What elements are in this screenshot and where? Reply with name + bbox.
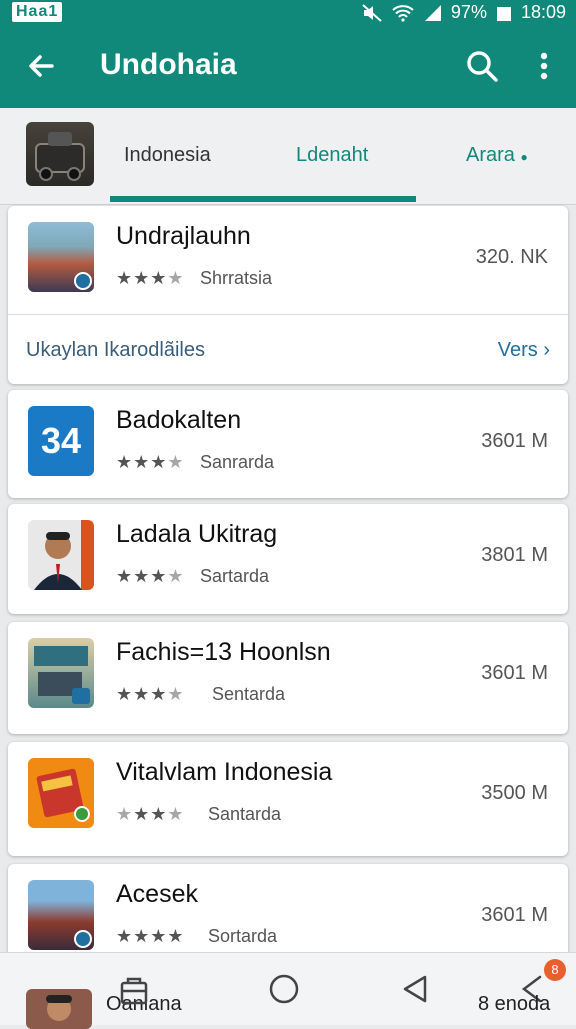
app-icon xyxy=(28,638,94,708)
app-size: 3601 M xyxy=(481,430,548,452)
dropdown-dot-icon: ● xyxy=(520,150,528,164)
back-triangle-icon[interactable] xyxy=(396,969,436,1009)
app-subtitle: Sartarda xyxy=(200,566,270,586)
battery-percent: 97% xyxy=(450,2,487,22)
app-subtitle: Sentarda xyxy=(212,684,286,704)
back-arrow-icon[interactable] xyxy=(22,46,62,86)
app-card[interactable]: Fachis=13 Hoonlsn ★★★★ Sentarda 3601 M xyxy=(8,622,568,734)
app-size: 3601 M xyxy=(481,904,548,926)
wifi-icon xyxy=(392,4,414,22)
status-time: 18:09 xyxy=(520,2,566,22)
app-name: Acesek xyxy=(116,880,198,908)
rating-stars: ★★★★ xyxy=(116,566,185,586)
more-row[interactable]: Ukaylan Ikarodlãiles Vers › xyxy=(8,314,568,385)
app-card[interactable]: Ladala Ukitrag ★★★★ Sartarda 3801 M xyxy=(8,504,568,614)
battery-icon xyxy=(496,6,511,21)
app-icon: 34 xyxy=(28,406,94,476)
app-name: Undrajlauhn xyxy=(116,222,251,250)
app-size: 3801 M xyxy=(481,544,548,566)
verified-badge-icon xyxy=(74,930,92,948)
app-subtitle: Sortarda xyxy=(208,926,278,946)
rating-stars: ★★★★ xyxy=(116,804,185,824)
tab-arara-label: Arara xyxy=(466,144,515,166)
app-card[interactable]: 34 Badokalten ★★★★ Sanrarda 3601 M xyxy=(8,390,568,498)
tab-ldenaht[interactable]: Ldenaht xyxy=(296,144,368,167)
home-circle-icon[interactable] xyxy=(264,969,304,1009)
avatar[interactable] xyxy=(26,989,92,1029)
notification-badge: 8 xyxy=(544,959,566,981)
view-more-link[interactable]: Vers › xyxy=(498,339,550,362)
app-bar: Undohaia xyxy=(0,26,576,108)
app-icon xyxy=(28,520,94,590)
no-sound-icon xyxy=(362,3,382,22)
featured-card: Undrajlauhn ★★★★ Shrratsia 320. NK Ukayl… xyxy=(8,206,568,384)
app-size: 3601 M xyxy=(481,662,548,684)
view-more-label: Vers xyxy=(497,339,538,361)
rating-stars: ★★★★ xyxy=(116,684,185,704)
bag-icon[interactable] xyxy=(114,969,154,1009)
app-subtitle: Shrratsia xyxy=(200,268,273,288)
app-subtitle: Sanrarda xyxy=(200,452,275,472)
rating-stars: ★★★★ xyxy=(116,268,185,288)
app-name: Vitalvlam Indonesia xyxy=(116,758,333,786)
page-title: Undohaia xyxy=(100,48,237,81)
app-name: Fachis=13 Hoonlsn xyxy=(116,638,331,666)
rating-stars: ★★★★ xyxy=(116,926,185,946)
tab-arara[interactable]: Arara ● xyxy=(466,144,528,167)
list-item[interactable]: Undrajlauhn ★★★★ Shrratsia 320. NK xyxy=(8,206,568,314)
app-card[interactable]: Acesek ★★★★ Sortarda 3601 M xyxy=(8,864,568,964)
app-icon xyxy=(28,880,94,950)
bottom-right-label: 8 enoda xyxy=(478,993,551,1015)
category-thumbnail[interactable] xyxy=(26,122,94,186)
app-subtitle: Santarda xyxy=(208,804,282,824)
app-size: 3500 M xyxy=(481,782,548,804)
bottom-nav-bar: Oanlana 8 8 enoda xyxy=(0,952,576,1029)
app-name: Badokalten xyxy=(116,406,242,434)
verified-badge-icon xyxy=(74,272,92,290)
app-icon-text: 34 xyxy=(40,420,82,461)
more-label: Ukaylan Ikarodlãiles xyxy=(26,339,205,361)
status-left-label: Haa1 xyxy=(12,2,63,22)
app-card[interactable]: Vitalvlam Indonesia ★★★★ Santarda 3500 M xyxy=(8,742,568,856)
overflow-menu-icon[interactable] xyxy=(528,46,560,86)
status-right: 97% 18:09 xyxy=(361,2,566,23)
active-tab-indicator xyxy=(110,196,416,202)
signal-icon xyxy=(424,4,441,21)
app-icon xyxy=(28,758,94,828)
app-name: Ladala Ukitrag xyxy=(116,520,278,548)
app-icon xyxy=(28,222,94,292)
search-icon[interactable] xyxy=(462,46,502,86)
rating-stars: ★★★★ xyxy=(116,452,185,472)
status-bar: Haa1 97% 18:09 xyxy=(0,0,576,26)
app-size: 320. NK xyxy=(475,246,548,268)
tab-indonesia[interactable]: Indonesia xyxy=(124,144,211,167)
tab-bar: Indonesia Ldenaht Arara ● xyxy=(0,108,576,205)
